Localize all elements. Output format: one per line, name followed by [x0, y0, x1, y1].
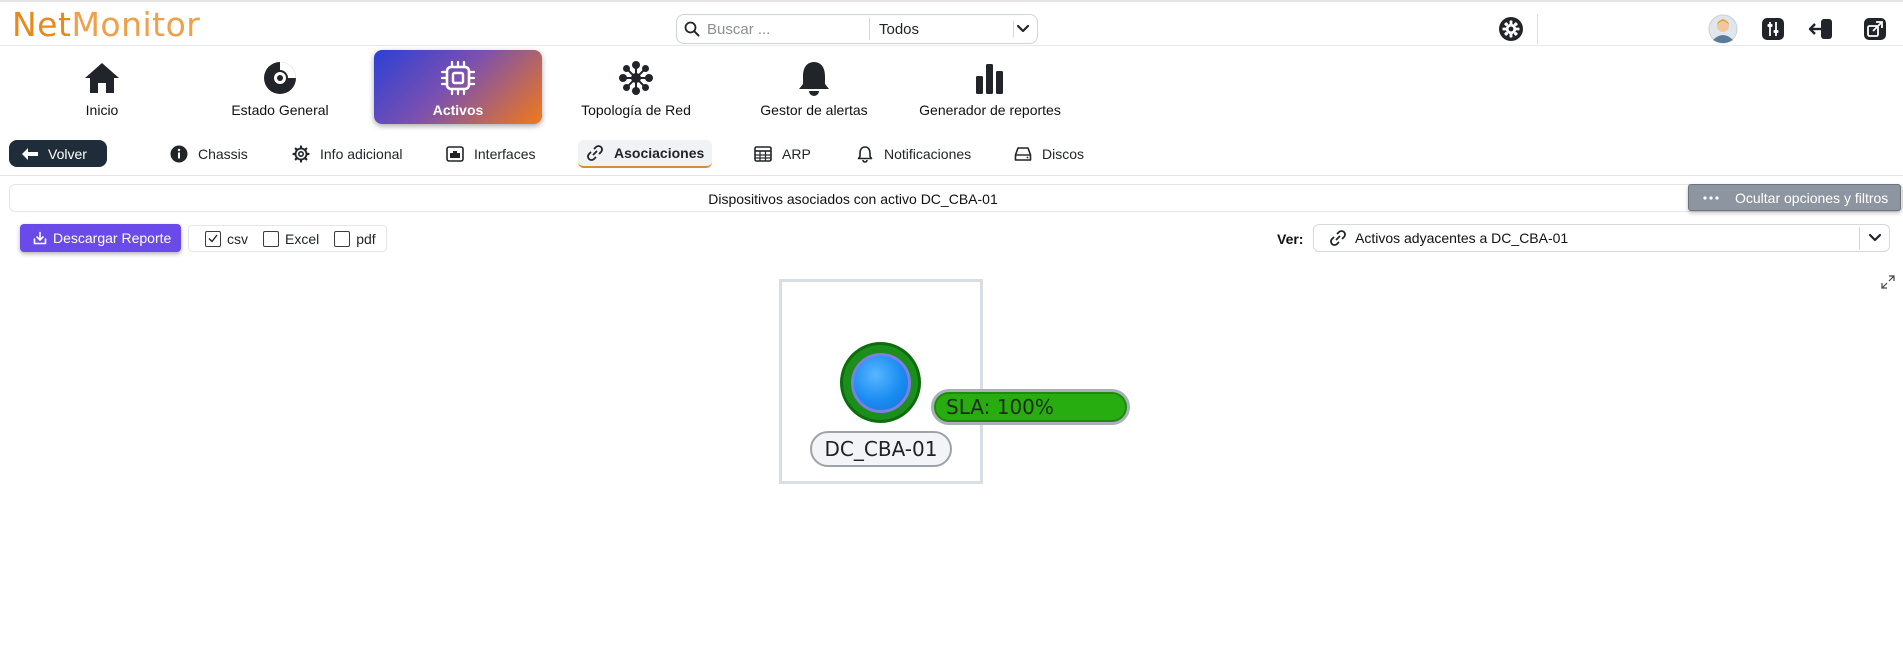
- tab-discos[interactable]: Discos: [1006, 140, 1092, 168]
- sliders-icon[interactable]: [1760, 16, 1786, 42]
- format-option-pdf[interactable]: pdf: [334, 230, 376, 247]
- chip-icon: [438, 58, 478, 98]
- top-bar: NetMonitor Todos: [0, 0, 1903, 46]
- main-nav: Inicio Estado General Activos Topología …: [0, 48, 1903, 126]
- home-icon: [82, 58, 122, 98]
- sub-nav: Volver Chassis Info adicional Interfaces…: [0, 138, 1903, 176]
- sla-text: SLA: 100%: [946, 395, 1054, 419]
- ellipsis-icon: [1703, 195, 1719, 200]
- excel-checkbox[interactable]: [263, 230, 279, 247]
- tab-label: Interfaces: [474, 146, 536, 162]
- tab-label: Discos: [1042, 146, 1085, 162]
- csv-checkbox[interactable]: [205, 230, 221, 247]
- download-report-button[interactable]: Descargar Reporte: [20, 224, 181, 252]
- pdf-checkbox[interactable]: [334, 230, 351, 247]
- hide-options-label: Ocultar opciones y filtros: [1735, 189, 1889, 206]
- info-icon: [170, 145, 188, 163]
- disk-icon: [1014, 145, 1032, 163]
- nav-item-label: Generador de reportes: [919, 102, 1061, 118]
- chevron-down-icon[interactable]: [1013, 21, 1031, 37]
- arrow-left-icon: [21, 147, 39, 161]
- nav-item-generador-reportes[interactable]: Generador de reportes: [918, 50, 1062, 122]
- section-title-bar: Dispositivos asociados con activo DC_CBA…: [9, 184, 1903, 212]
- tab-info-adicional[interactable]: Info adicional: [284, 140, 411, 168]
- bell-icon: [856, 145, 874, 163]
- user-avatar[interactable]: [1708, 14, 1738, 44]
- device-node[interactable]: [840, 342, 921, 423]
- gauge-icon: [260, 58, 300, 98]
- search-icon[interactable]: [677, 15, 707, 43]
- download-report-label: Descargar Reporte: [53, 230, 172, 246]
- tab-interfaces[interactable]: Interfaces: [438, 140, 543, 168]
- logo-text-net: Net: [12, 5, 72, 44]
- nav-item-estado-general[interactable]: Estado General: [224, 50, 336, 122]
- gear-icon: [292, 145, 310, 163]
- tab-chassis[interactable]: Chassis: [162, 140, 256, 168]
- app-logo[interactable]: NetMonitor: [12, 6, 200, 44]
- search-scope-value: Todos: [879, 20, 920, 38]
- nav-item-inicio[interactable]: Inicio: [52, 50, 152, 122]
- nav-item-activos[interactable]: Activos: [374, 50, 542, 124]
- logout-icon[interactable]: [1808, 16, 1834, 42]
- download-icon: [33, 231, 47, 245]
- format-options: csv Excel pdf: [188, 225, 387, 252]
- interface-icon: [446, 145, 464, 163]
- link-icon: [586, 144, 604, 162]
- topbar-divider: [1537, 14, 1538, 44]
- format-option-excel[interactable]: Excel: [263, 230, 320, 247]
- nav-item-label: Inicio: [85, 102, 119, 118]
- tab-label: Asociaciones: [614, 145, 705, 161]
- search-scope-select[interactable]: Todos: [870, 15, 1037, 43]
- pdf-label: pdf: [356, 230, 376, 247]
- view-select[interactable]: Activos adyacentes a DC_CBA-01: [1313, 224, 1890, 252]
- bar-chart-icon: [970, 58, 1010, 98]
- nav-item-label: Activos: [432, 102, 484, 118]
- device-node-label[interactable]: DC_CBA-01: [810, 431, 952, 467]
- search-input[interactable]: [707, 16, 867, 42]
- device-node-core: [850, 352, 911, 413]
- nav-item-topologia[interactable]: Topología de Red: [578, 50, 694, 122]
- tab-label: Notificaciones: [884, 146, 972, 162]
- view-label: Ver:: [1277, 231, 1304, 247]
- back-button[interactable]: Volver: [9, 140, 107, 167]
- expand-icon[interactable]: [1881, 275, 1895, 289]
- search-box: Todos: [676, 14, 1038, 44]
- network-icon: [616, 58, 656, 98]
- bell-icon: [794, 58, 834, 98]
- tab-label: Info adicional: [320, 146, 403, 162]
- nav-item-gestor-alertas[interactable]: Gestor de alertas: [756, 50, 872, 122]
- format-option-csv[interactable]: csv: [205, 230, 248, 247]
- table-icon: [754, 145, 772, 163]
- chevron-down-icon[interactable]: [1859, 227, 1889, 249]
- nav-item-label: Estado General: [231, 102, 329, 118]
- tab-label: ARP: [782, 146, 811, 162]
- tab-asociaciones[interactable]: Asociaciones: [578, 140, 713, 168]
- section-title: Dispositivos asociados con activo DC_CBA…: [708, 191, 998, 207]
- view-select-value: Activos adyacentes a DC_CBA-01: [1355, 230, 1569, 246]
- device-node-name: DC_CBA-01: [824, 437, 938, 461]
- link-icon: [1329, 229, 1347, 247]
- tab-label: Chassis: [198, 146, 248, 162]
- back-button-label: Volver: [48, 145, 87, 162]
- nav-item-label: Gestor de alertas: [760, 102, 868, 118]
- hide-options-button[interactable]: Ocultar opciones y filtros: [1688, 184, 1901, 211]
- external-link-icon[interactable]: [1862, 16, 1888, 42]
- tab-arp[interactable]: ARP: [746, 140, 819, 168]
- logo-text-monitor: Monitor: [71, 5, 201, 44]
- settings-icon[interactable]: [1498, 16, 1524, 42]
- tab-notificaciones[interactable]: Notificaciones: [848, 140, 979, 168]
- sla-badge: SLA: 100%: [931, 389, 1130, 425]
- excel-label: Excel: [285, 230, 320, 247]
- nav-item-label: Topología de Red: [581, 102, 691, 118]
- csv-label: csv: [227, 230, 248, 247]
